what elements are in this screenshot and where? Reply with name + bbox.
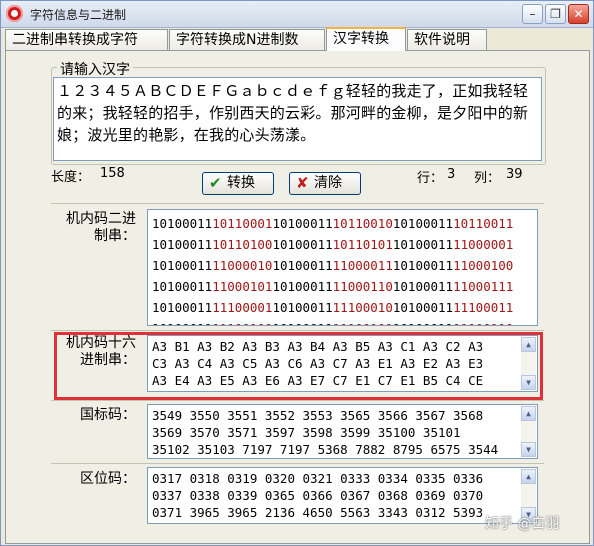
length-value: 158 (100, 166, 125, 181)
tab-hanzi-convert[interactable]: 汉字转换 (326, 27, 406, 51)
binary-byte: 11000110 (332, 279, 393, 294)
binary-byte: 10100011 (392, 216, 454, 231)
binary-byte: 11100001 (212, 300, 273, 315)
cross-icon: ✘ (296, 174, 309, 192)
binary-byte: 10100011 (152, 321, 212, 325)
highlight-box (54, 332, 543, 400)
binary-byte: 11100010 (332, 300, 393, 315)
guobiao-output[interactable]: 3549 3550 3551 3552 3553 3565 3566 3567 … (147, 404, 538, 459)
watermark: 知乎 @白羽 (485, 516, 560, 532)
quwei-line: 0317 0318 0319 0320 0321 0333 0334 0335 … (152, 471, 484, 486)
guobiao-line: 3549 3550 3551 3552 3553 3565 3566 3567 … (152, 408, 484, 423)
binary-byte: 10100011 (392, 237, 454, 252)
binary-byte: 10100011 (392, 300, 454, 315)
binary-byte: 11100110 (453, 321, 513, 325)
guobiao-scrollbar[interactable]: ▲ ▼ (521, 406, 536, 457)
divider (51, 400, 544, 401)
binary-line: 1010001111100001101000111110001010100011… (152, 297, 537, 318)
binary-byte: 10110100 (212, 237, 273, 252)
tab-char-to-nbase[interactable]: 字符转换成N进制数 (169, 29, 325, 50)
binary-byte: 10100011 (272, 258, 333, 273)
binary-byte: 11100101 (333, 321, 393, 325)
clear-button[interactable]: ✘ 清除 (289, 172, 361, 195)
guobiao-line: 35102 35103 7197 7197 5368 7882 8795 657… (152, 442, 499, 457)
binary-byte: 10100011 (152, 237, 213, 252)
guobiao-line: 3569 3570 3571 3597 3598 3599 35100 3510… (152, 425, 461, 440)
close-button[interactable]: ✕ (568, 4, 589, 24)
title-bar[interactable]: 字符信息与二进制 – ❐ ✕ (1, 1, 593, 28)
quwei-label: 区位码： (80, 471, 136, 487)
binary-byte: 10100011 (152, 216, 213, 231)
binary-byte: 10100011 (272, 321, 332, 325)
binary-byte: 11100100 (212, 321, 272, 325)
checkmark-icon: ✔ (209, 174, 222, 192)
binary-byte: 10100011 (272, 300, 333, 315)
binary-output[interactable]: 1010001110110001101000111011001010100011… (147, 209, 538, 326)
binary-byte: 10100011 (392, 279, 454, 294)
quwei-line: 0371 3965 3965 2136 4650 5563 3343 0312 … (152, 505, 484, 520)
length-label: 长度： (51, 170, 91, 185)
binary-byte: 11000111 (453, 279, 514, 294)
binary-line: 1010001111000101101000111100011010100011… (152, 276, 537, 297)
app-window: 字符信息与二进制 – ❐ ✕ 二进制串转换成字符 字符转换成N进制数 汉字转换 … (0, 0, 594, 546)
scroll-up-icon[interactable]: ▲ (521, 469, 536, 484)
binary-byte: 11000010 (212, 258, 273, 273)
binary-byte: 10100011 (272, 216, 333, 231)
binary-line: 1010001111000010101000111100001110100011… (152, 255, 537, 276)
binary-byte: 10100011 (152, 279, 213, 294)
binary-byte: 11000101 (212, 279, 273, 294)
divider (51, 330, 544, 331)
hanzi-input[interactable]: １２３４５ＡＢＣＤＥＦＧａｂｃｄｅｆｇ轻轻的我走了，正如我轻轻的来；我轻轻的招手… (53, 77, 542, 161)
row-label: 行： (417, 171, 444, 186)
binary-lines: 1010001110110001101000111011001010100011… (152, 213, 537, 325)
clear-button-label: 清除 (314, 175, 342, 191)
binary-line: 1010001110110001101000111011001010100011… (152, 213, 537, 234)
binary-line: 1010001110110100101000111011010110100011… (152, 234, 537, 255)
restore-button[interactable]: ❐ (545, 4, 566, 24)
quwei-line: 0337 0338 0339 0365 0366 0367 0368 0369 … (152, 488, 484, 503)
convert-button[interactable]: ✔ 转换 (202, 172, 274, 195)
col-label: 列： (474, 171, 501, 186)
binary-byte: 10100011 (393, 321, 453, 325)
binary-label: 机内码二进制串： (66, 211, 136, 244)
tab-about[interactable]: 软件说明 (407, 29, 487, 50)
divider (51, 463, 544, 464)
binary-byte: 10100011 (152, 258, 213, 273)
binary-byte: 10110001 (212, 216, 273, 231)
binary-byte: 11100011 (453, 300, 514, 315)
col-value: 39 (506, 167, 523, 182)
row-value: 3 (447, 167, 456, 182)
scroll-up-icon[interactable]: ▲ (521, 406, 536, 421)
app-logo-icon (6, 5, 23, 22)
convert-button-label: 转换 (227, 175, 255, 191)
binary-byte: 11000001 (453, 237, 514, 252)
binary-byte: 10110101 (332, 237, 393, 252)
quwei-output[interactable]: 0317 0318 0319 0320 0321 0333 0334 0335 … (147, 467, 538, 524)
guobiao-label: 国标码： (80, 407, 136, 423)
binary-byte: 10100011 (272, 237, 333, 252)
binary-byte: 10110011 (453, 216, 514, 231)
divider (51, 203, 544, 204)
binary-byte: 10100011 (152, 300, 213, 315)
binary-line: 1010001111100100101000111110010110100011… (152, 318, 537, 325)
binary-byte: 10100011 (392, 258, 454, 273)
minimize-button[interactable]: – (522, 4, 543, 24)
tab-binary-to-char[interactable]: 二进制串转换成字符 (5, 29, 168, 50)
scroll-down-icon[interactable]: ▼ (521, 442, 536, 457)
binary-byte: 10110010 (332, 216, 393, 231)
binary-byte: 10100011 (272, 279, 333, 294)
input-group-legend: 请输入汉字 (57, 59, 133, 79)
binary-byte: 11000100 (453, 258, 514, 273)
window-title: 字符信息与二进制 (30, 8, 127, 22)
binary-byte: 11000011 (332, 258, 393, 273)
